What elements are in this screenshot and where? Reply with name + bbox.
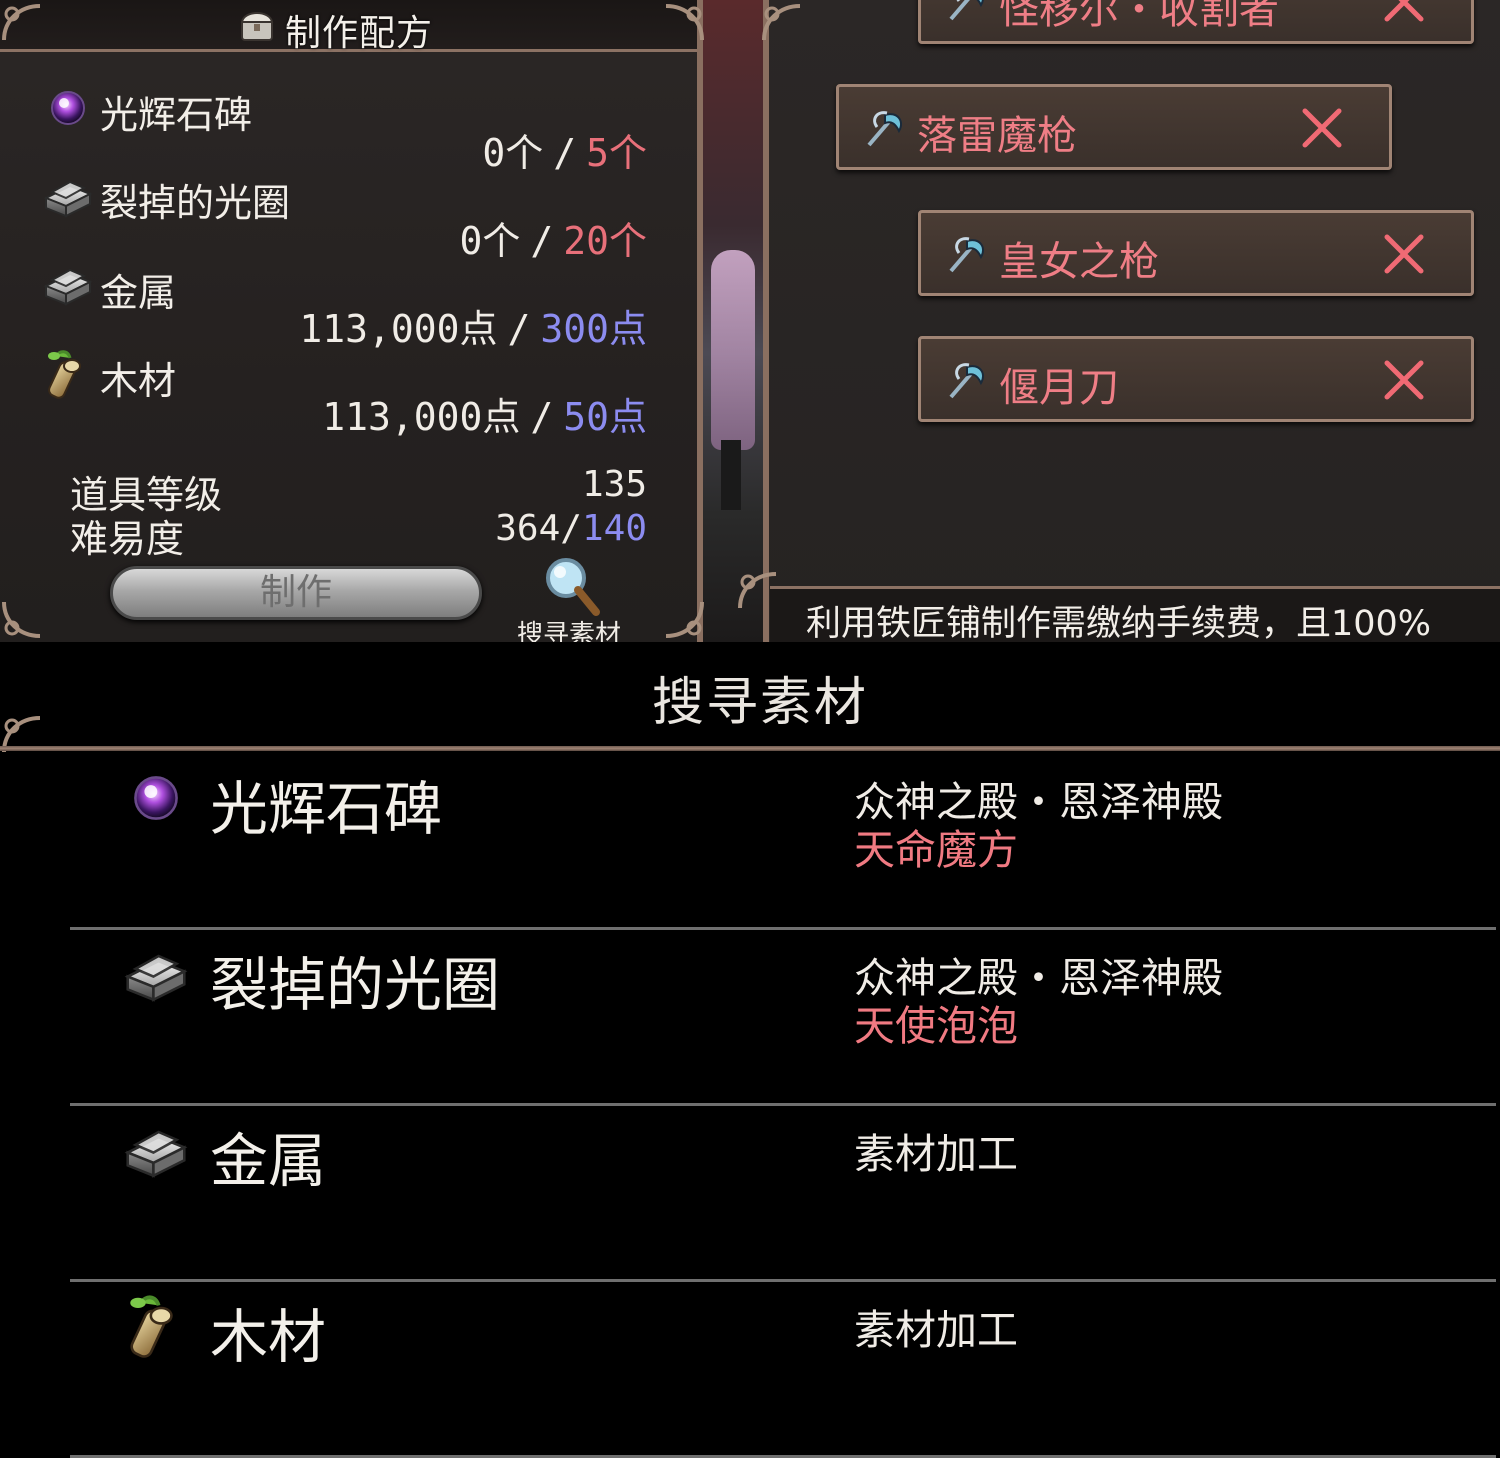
material-name: 裂掉的光圈 bbox=[100, 181, 291, 225]
material-count: 113,000点/50点 bbox=[322, 386, 647, 441]
frame-ornament-icon bbox=[660, 0, 706, 46]
weapon-item[interactable]: 落雷魔枪 bbox=[836, 84, 1392, 170]
material-need: 50点 bbox=[563, 395, 647, 439]
game-scene bbox=[703, 0, 763, 642]
material-count: 0个/5个 bbox=[482, 122, 647, 177]
recipe-header: 制作配方 bbox=[0, 0, 697, 54]
title-divider bbox=[0, 746, 1500, 751]
difficulty-required: 140 bbox=[581, 508, 647, 549]
weapon-name: 皇女之枪 bbox=[999, 239, 1159, 285]
search-result-row[interactable]: 木材 素材加工 bbox=[70, 1282, 1500, 1458]
close-x-icon[interactable] bbox=[1299, 105, 1345, 151]
metal-ingot-icon bbox=[40, 256, 96, 312]
weapon-name: 落雷魔枪 bbox=[917, 113, 1077, 159]
treasure-chest-icon bbox=[240, 12, 274, 41]
axe-spear-icon bbox=[945, 361, 989, 401]
frame-ornament-icon bbox=[760, 0, 806, 46]
weapon-item[interactable]: 皇女之枪 bbox=[918, 210, 1474, 296]
material-count: 0个/20个 bbox=[459, 210, 647, 265]
wood-log-icon bbox=[118, 1290, 194, 1362]
material-name: 金属 bbox=[100, 271, 177, 315]
search-material-name: 裂掉的光圈 bbox=[210, 951, 501, 1019]
search-material-name: 木材 bbox=[210, 1303, 327, 1371]
weapon-name: 偃月刀 bbox=[999, 365, 1119, 411]
weapon-item[interactable]: 偃月刀 bbox=[918, 336, 1474, 422]
search-materials-button[interactable]: 搜寻素材 bbox=[517, 614, 621, 642]
material-count: 113,000点/300点 bbox=[299, 298, 647, 353]
material-need: 5个 bbox=[586, 131, 647, 175]
material-need: 300点 bbox=[540, 307, 647, 351]
search-location: 素材加工 bbox=[854, 1130, 1018, 1178]
count-separator: / bbox=[507, 307, 531, 351]
search-material-name: 金属 bbox=[210, 1127, 327, 1195]
character-figure bbox=[711, 250, 755, 450]
difficulty-slash: / bbox=[560, 508, 582, 549]
recipe-title: 制作配方 bbox=[285, 13, 434, 54]
search-source: 天命魔方 bbox=[854, 826, 1018, 874]
material-have: 113,000点 bbox=[299, 307, 498, 351]
axe-spear-icon bbox=[945, 0, 989, 23]
game-screen: 制作配方 光辉石碑 0个/5个 裂掉的光圈 0个/20个 金属 113,000点… bbox=[0, 0, 1500, 642]
metal-ingot-icon bbox=[118, 938, 194, 1010]
fee-notice-text: 利用铁匠铺制作需缴纳手续费，且100% bbox=[806, 604, 1432, 642]
material-name: 光辉石碑 bbox=[100, 93, 253, 137]
recipe-panel: 制作配方 光辉石碑 0个/5个 裂掉的光圈 0个/20个 金属 113,000点… bbox=[0, 0, 703, 642]
weapon-item[interactable]: 怪移尔・收割者 bbox=[918, 0, 1474, 44]
count-separator: / bbox=[553, 131, 577, 175]
weapon-name: 怪移尔・收割者 bbox=[999, 0, 1279, 33]
material-have: 0个 bbox=[482, 131, 544, 175]
search-source: 天使泡泡 bbox=[854, 1002, 1018, 1050]
frame-ornament-icon bbox=[736, 568, 782, 614]
close-x-icon[interactable] bbox=[1381, 357, 1427, 403]
metal-ingot-icon bbox=[40, 168, 96, 224]
axe-spear-icon bbox=[945, 235, 989, 275]
material-have: 0个 bbox=[459, 219, 521, 263]
search-result-row[interactable]: 裂掉的光圈 众神之殿・恩泽神殿 天使泡泡 bbox=[70, 930, 1500, 1106]
frame-ornament-icon bbox=[0, 596, 46, 642]
fee-notice-bar: 利用铁匠铺制作需缴纳手续费，且100% bbox=[770, 586, 1500, 642]
purple-orb-icon bbox=[118, 762, 194, 834]
material-name: 木材 bbox=[100, 359, 177, 403]
difficulty-value: 364/140 bbox=[495, 508, 647, 549]
axe-spear-icon bbox=[863, 109, 907, 149]
purple-orb-icon bbox=[40, 80, 96, 136]
search-location: 素材加工 bbox=[854, 1306, 1018, 1354]
magnifier-icon[interactable] bbox=[540, 556, 604, 620]
material-need: 20个 bbox=[563, 219, 647, 263]
character-leg bbox=[721, 440, 741, 510]
search-result-row[interactable]: 光辉石碑 众神之殿・恩泽神殿 天命魔方 bbox=[70, 754, 1500, 930]
frame-ornament-icon bbox=[0, 712, 46, 758]
difficulty-current: 364 bbox=[495, 508, 561, 549]
make-button[interactable]: 制作 bbox=[110, 566, 482, 620]
item-level-value: 135 bbox=[581, 464, 647, 505]
metal-ingot-icon bbox=[118, 1114, 194, 1186]
frame-ornament-icon bbox=[660, 596, 706, 642]
count-separator: / bbox=[530, 395, 554, 439]
material-have: 113,000点 bbox=[322, 395, 521, 439]
frame-ornament-icon bbox=[0, 0, 46, 46]
search-material-name: 光辉石碑 bbox=[210, 775, 443, 843]
close-x-icon[interactable] bbox=[1381, 0, 1427, 25]
search-panel-title: 搜寻素材 bbox=[652, 673, 869, 733]
close-x-icon[interactable] bbox=[1381, 231, 1427, 277]
search-result-row[interactable]: 金属 素材加工 bbox=[70, 1106, 1500, 1282]
wood-log-icon bbox=[40, 346, 96, 402]
difficulty-label: 难易度 bbox=[70, 517, 185, 561]
search-materials-panel: 搜寻素材 光辉石碑 众神之殿・恩泽神殿 天命魔方 裂掉的光圈 众神之殿・恩泽神殿… bbox=[0, 642, 1500, 1458]
count-separator: / bbox=[530, 219, 554, 263]
